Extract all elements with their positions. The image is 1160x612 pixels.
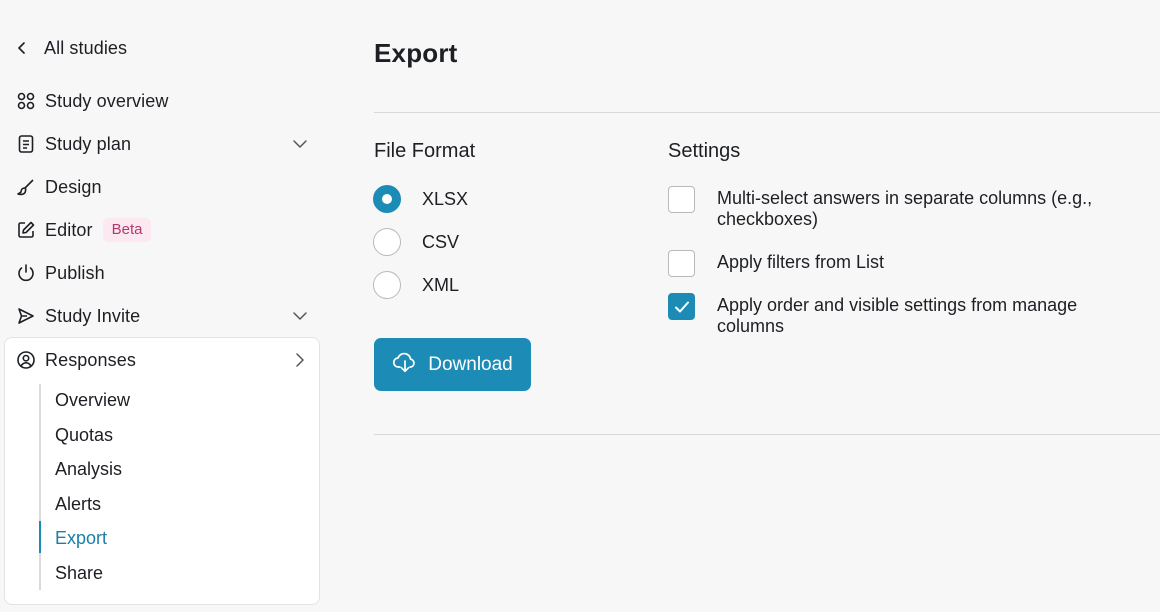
user-circle-icon <box>16 350 36 370</box>
power-icon <box>16 263 36 283</box>
radio-option-xlsx[interactable]: XLSX <box>373 185 468 213</box>
subnav-active-indicator <box>39 521 41 553</box>
sidebar-item-label: Study overview <box>45 90 169 111</box>
all-studies-link[interactable]: All studies <box>16 36 127 60</box>
radio-label: CSV <box>422 231 460 252</box>
subnav-item-quotas[interactable]: Quotas <box>55 422 113 448</box>
sidebar-item-study-overview[interactable]: Study overview <box>16 87 308 115</box>
radio-button[interactable] <box>373 228 401 256</box>
divider <box>374 112 1160 113</box>
sidebar-item-label: Study Invite <box>45 305 141 326</box>
sidebar-item-label: Responses <box>45 349 136 370</box>
subnav-item-alerts[interactable]: Alerts <box>55 491 101 517</box>
sidebar-item-publish[interactable]: Publish <box>16 259 308 287</box>
sidebar-item-label: Design <box>45 176 102 197</box>
checkbox[interactable] <box>668 186 695 213</box>
radio-option-csv[interactable]: CSV <box>373 228 459 256</box>
beta-badge: Beta <box>102 218 152 242</box>
radio-label: XLSX <box>422 188 469 209</box>
sidebar-item-label: Study plan <box>45 133 132 154</box>
setting-apply-filters[interactable]: Apply filters from List <box>668 250 1138 277</box>
setting-apply-column-order[interactable]: Apply order and visible settings from ma… <box>668 293 1138 337</box>
radio-button[interactable] <box>373 271 401 299</box>
chevron-left-icon <box>16 42 28 54</box>
sidebar-item-study-plan[interactable]: Study plan <box>16 130 308 158</box>
sidebar-item-editor[interactable]: Editor Beta <box>16 216 308 244</box>
file-format-title: File Format <box>374 140 476 162</box>
responses-section: Responses Overview Quotas Analysis Alert… <box>4 337 320 605</box>
checkbox-label: Multi-select answers in separate columns… <box>717 188 1093 229</box>
checkbox[interactable] <box>668 250 695 277</box>
sidebar-item-label: Editor <box>45 219 93 240</box>
subnav-item-export[interactable]: Export <box>55 525 107 551</box>
document-icon <box>16 134 36 154</box>
checkbox-label: Apply order and visible settings from ma… <box>717 295 1078 336</box>
checkmark-icon <box>674 301 689 312</box>
download-label: Download <box>428 353 513 375</box>
checkbox-label: Apply filters from List <box>717 252 885 272</box>
send-icon <box>16 306 36 326</box>
radio-label: XML <box>422 274 460 295</box>
subnav-item-share[interactable]: Share <box>55 560 103 586</box>
chevron-down-icon[interactable] <box>292 136 308 152</box>
export-page: All studies Study overview Study plan De… <box>0 0 1160 612</box>
subnav-track <box>39 384 41 590</box>
cloud-download-icon <box>392 350 418 379</box>
settings-title: Settings <box>668 140 741 162</box>
sidebar-item-label: Publish <box>45 262 105 283</box>
checkbox[interactable] <box>668 293 695 320</box>
edit-icon <box>16 220 36 240</box>
radio-button[interactable] <box>373 185 401 213</box>
subnav-item-analysis[interactable]: Analysis <box>55 456 122 482</box>
sidebar: All studies Study overview Study plan De… <box>0 0 330 612</box>
sidebar-item-study-invite[interactable]: Study Invite <box>16 302 308 330</box>
all-studies-label: All studies <box>44 37 128 58</box>
page-title: Export <box>374 38 458 68</box>
chevron-down-icon[interactable] <box>292 308 308 324</box>
chevron-right-icon[interactable] <box>292 352 308 368</box>
radio-dot <box>382 194 392 204</box>
setting-multi-select-separate-columns[interactable]: Multi-select answers in separate columns… <box>668 186 1138 230</box>
grid-icon <box>16 91 36 111</box>
brush-icon <box>16 177 36 197</box>
subnav-item-overview[interactable]: Overview <box>55 387 130 413</box>
radio-option-xml[interactable]: XML <box>373 271 459 299</box>
sidebar-item-responses[interactable]: Responses <box>16 346 308 374</box>
sidebar-item-design[interactable]: Design <box>16 173 308 201</box>
divider <box>374 434 1160 435</box>
download-button[interactable]: Download <box>374 338 531 391</box>
